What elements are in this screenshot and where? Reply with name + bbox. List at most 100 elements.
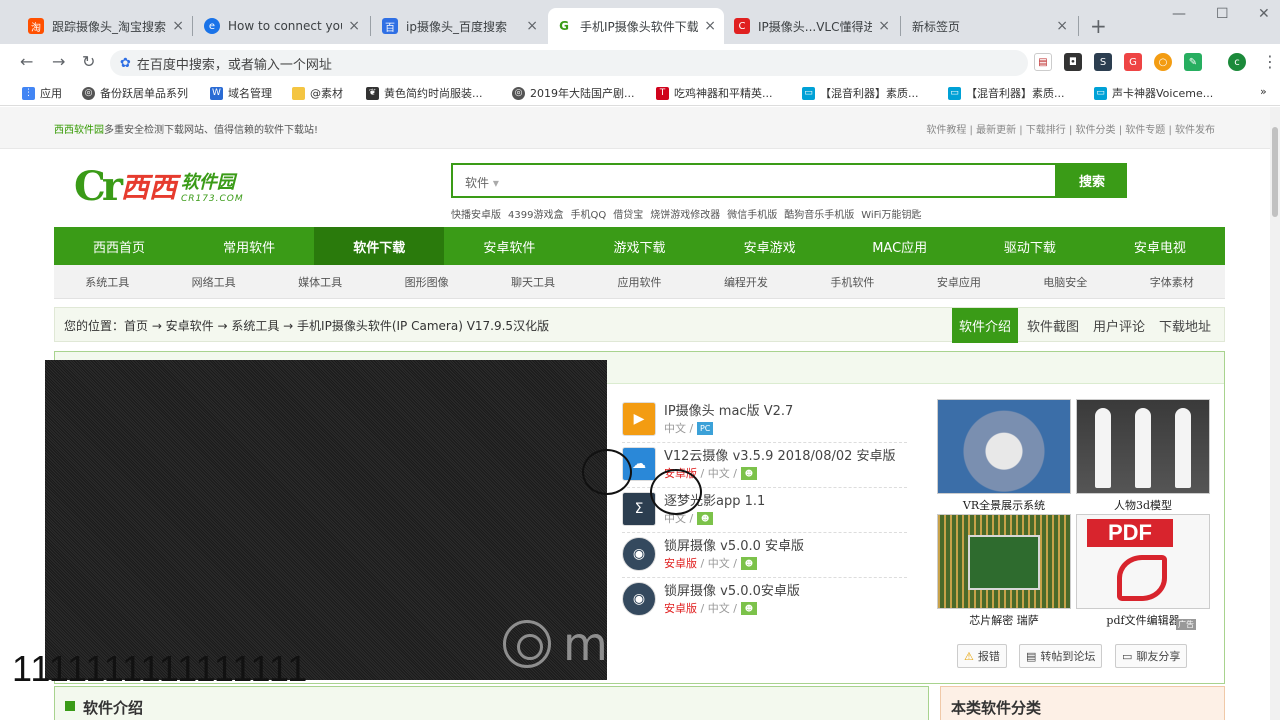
reload-icon[interactable]: ↻	[82, 52, 95, 71]
bookmark-item[interactable]: T 吃鸡神器和平精英...	[656, 85, 773, 101]
close-icon[interactable]: ×	[526, 18, 538, 34]
close-icon[interactable]: ×	[172, 18, 184, 34]
omnibox[interactable]: ✿ 在百度中搜索，或者输入一个网址	[110, 50, 1028, 76]
app-name[interactable]: 锁屏摄像 v5.0.0 安卓版	[664, 535, 804, 554]
new-tab-button[interactable]: +	[1090, 14, 1107, 38]
search-category-select[interactable]: 软件 ▾	[465, 174, 499, 191]
logo-mark-icon: Cr	[74, 162, 123, 210]
bookmark-item[interactable]: ▭ 【混音利器】素质...	[948, 85, 1065, 101]
subnav-item[interactable]: 电脑安全	[1012, 265, 1118, 298]
bookmark-item[interactable]: ◎ 备份跃居单品系列	[82, 85, 188, 101]
ad-image-pdf[interactable]: PDF	[1076, 514, 1210, 609]
bookmark-apps[interactable]: ⋮ 应用	[22, 85, 62, 101]
nav-item-drivers[interactable]: 驱动下载	[965, 227, 1095, 265]
site-search-box[interactable]: 软件 ▾	[451, 163, 1057, 198]
close-icon[interactable]: ×	[1056, 18, 1068, 34]
tab-cr173-active[interactable]: G 手机IP摄像头软件下载 ×	[548, 8, 724, 44]
ad-image-3d-model[interactable]	[1076, 399, 1210, 494]
scrollbar-thumb[interactable]	[1272, 127, 1278, 217]
evernote-icon[interactable]: ✎	[1184, 53, 1202, 71]
subnav-item[interactable]: 安卓应用	[906, 265, 1012, 298]
site-top-links[interactable]: 软件教程 | 最新更新 | 下载排行 | 软件分类 | 软件专题 | 软件发布	[926, 121, 1215, 136]
list-item[interactable]: ▶ IP摄像头 mac版 V2.7 中文 / PC	[622, 398, 907, 443]
nav-item-games[interactable]: 游戏下载	[574, 227, 704, 265]
back-icon[interactable]: ←	[20, 52, 33, 71]
bookmark-item[interactable]: ▭ 声卡神器Voiceme...	[1094, 85, 1213, 101]
tab-screenshots[interactable]: 软件截图	[1020, 308, 1086, 343]
ad-caption[interactable]: VR全景展示系统	[937, 497, 1071, 513]
g-extension-icon[interactable]: G	[1124, 53, 1142, 71]
tab-download[interactable]: 下载地址	[1152, 308, 1218, 343]
extension-icon[interactable]: ◘	[1064, 53, 1082, 71]
subnav-item[interactable]: 图形图像	[373, 265, 479, 298]
more-bookmarks-icon[interactable]: »	[1260, 85, 1267, 98]
app-name[interactable]: IP摄像头 mac版 V2.7	[664, 400, 793, 419]
flag-icon[interactable]: ▤	[1034, 53, 1052, 71]
ad-caption[interactable]: 人物3d模型	[1076, 497, 1210, 513]
site-logo[interactable]: Cr 西西 软件园 CR173.COM	[74, 162, 244, 210]
subnav-item[interactable]: 网络工具	[160, 265, 266, 298]
ad-image-vr[interactable]	[937, 399, 1071, 494]
hot-keyword-link[interactable]: WiFi万能钥匙	[861, 210, 921, 221]
subnav-item[interactable]: 应用软件	[586, 265, 692, 298]
nav-item-android-games[interactable]: 安卓游戏	[705, 227, 835, 265]
close-icon[interactable]: ×	[348, 18, 360, 34]
list-item[interactable]: ◉ 锁屏摄像 v5.0.0安卓版 安卓版 / 中文 / ☻	[622, 578, 907, 623]
subnav-item[interactable]: 字体素材	[1119, 265, 1225, 298]
site-top-strip: 西西软件园多重安全检测下载网站、值得信赖的软件下载站! 软件教程 | 最新更新 …	[0, 107, 1270, 149]
s-extension-icon[interactable]: S	[1094, 53, 1112, 71]
list-item[interactable]: ◉ 锁屏摄像 v5.0.0 安卓版 安卓版 / 中文 / ☻	[622, 533, 907, 578]
window-close-icon[interactable]: ✕	[1258, 6, 1270, 22]
maximize-icon[interactable]: ☐	[1216, 6, 1229, 22]
tab-how-to-connect[interactable]: e How to connect your ×	[196, 8, 368, 44]
bookmark-item[interactable]: ❦ 黄色简约时尚服装...	[366, 85, 483, 101]
nav-item-mac[interactable]: MAC应用	[835, 227, 965, 265]
hot-keyword-link[interactable]: 手机QQ	[570, 210, 606, 221]
tab-csdn[interactable]: C IP摄像头...VLC懂得进... ×	[726, 8, 898, 44]
minimize-icon[interactable]: —	[1172, 6, 1186, 22]
nav-item-android-software[interactable]: 安卓软件	[444, 227, 574, 265]
nav-item-android-tv[interactable]: 安卓电视	[1095, 227, 1225, 265]
subnav-item[interactable]: 手机软件	[799, 265, 905, 298]
close-icon[interactable]: ×	[704, 18, 716, 34]
page-scrollbar[interactable]	[1270, 107, 1280, 720]
tab-intro[interactable]: 软件介绍	[951, 308, 1018, 343]
report-error-button[interactable]: ⚠ 报错	[957, 644, 1007, 668]
ad-caption[interactable]: 芯片解密 瑞萨	[937, 612, 1071, 628]
nav-item-home[interactable]: 西西首页	[54, 227, 184, 265]
subnav-item[interactable]: 聊天工具	[480, 265, 586, 298]
hot-keyword-link[interactable]: 酷狗音乐手机版	[784, 210, 854, 221]
tab-new-tab[interactable]: 新标签页 ×	[904, 8, 1076, 44]
site-brand-link[interactable]: 西西软件园	[54, 125, 104, 136]
forward-icon[interactable]: →	[52, 52, 65, 71]
search-button[interactable]: 搜索	[1057, 163, 1127, 198]
tab-comments[interactable]: 用户评论	[1086, 308, 1152, 343]
breadcrumb[interactable]: 您的位置：首页 → 安卓软件 → 系统工具 → 手机IP摄像头软件(IP Cam…	[64, 317, 549, 334]
tab-baidu[interactable]: 百 ip摄像头_百度搜索 ×	[374, 8, 546, 44]
hot-keyword-link[interactable]: 4399游戏盒	[508, 210, 563, 221]
tab-taobao[interactable]: 淘 跟踪摄像头_淘宝搜索 ×	[20, 8, 192, 44]
hot-keyword-link[interactable]: 烧饼游戏修改器	[650, 210, 720, 221]
nav-item-software-active[interactable]: 软件下载	[314, 227, 445, 265]
bookmark-item[interactable]: W 域名管理	[210, 85, 272, 101]
app-name[interactable]: 锁屏摄像 v5.0.0安卓版	[664, 580, 800, 599]
nav-item-common[interactable]: 常用软件	[184, 227, 314, 265]
android-icon: ☻	[740, 601, 757, 615]
ad-image-chip[interactable]	[937, 514, 1071, 609]
subnav-item[interactable]: 系统工具	[54, 265, 160, 298]
bookmark-item[interactable]: @素材	[292, 85, 343, 101]
hot-keyword-link[interactable]: 微信手机版	[727, 210, 777, 221]
share-button[interactable]: ▭ 聊友分享	[1115, 644, 1188, 668]
menu-icon[interactable]: ⋮	[1262, 52, 1278, 71]
app-name[interactable]: V12云摄像 v3.5.9 2018/08/02 安卓版	[664, 445, 896, 464]
avatar[interactable]: c	[1228, 53, 1246, 71]
bookmark-item[interactable]: ▭ 【混音利器】素质...	[802, 85, 919, 101]
subnav-item[interactable]: 编程开发	[693, 265, 799, 298]
close-icon[interactable]: ×	[878, 18, 890, 34]
circle-extension-icon[interactable]: ○	[1154, 53, 1172, 71]
hot-keyword-link[interactable]: 借贷宝	[613, 210, 643, 221]
hot-keyword-link[interactable]: 快播安卓版	[451, 210, 501, 221]
repost-forum-button[interactable]: ▤ 转帖到论坛	[1019, 644, 1103, 668]
bookmark-item[interactable]: ◎ 2019年大陆国产剧...	[512, 85, 634, 101]
subnav-item[interactable]: 媒体工具	[267, 265, 373, 298]
